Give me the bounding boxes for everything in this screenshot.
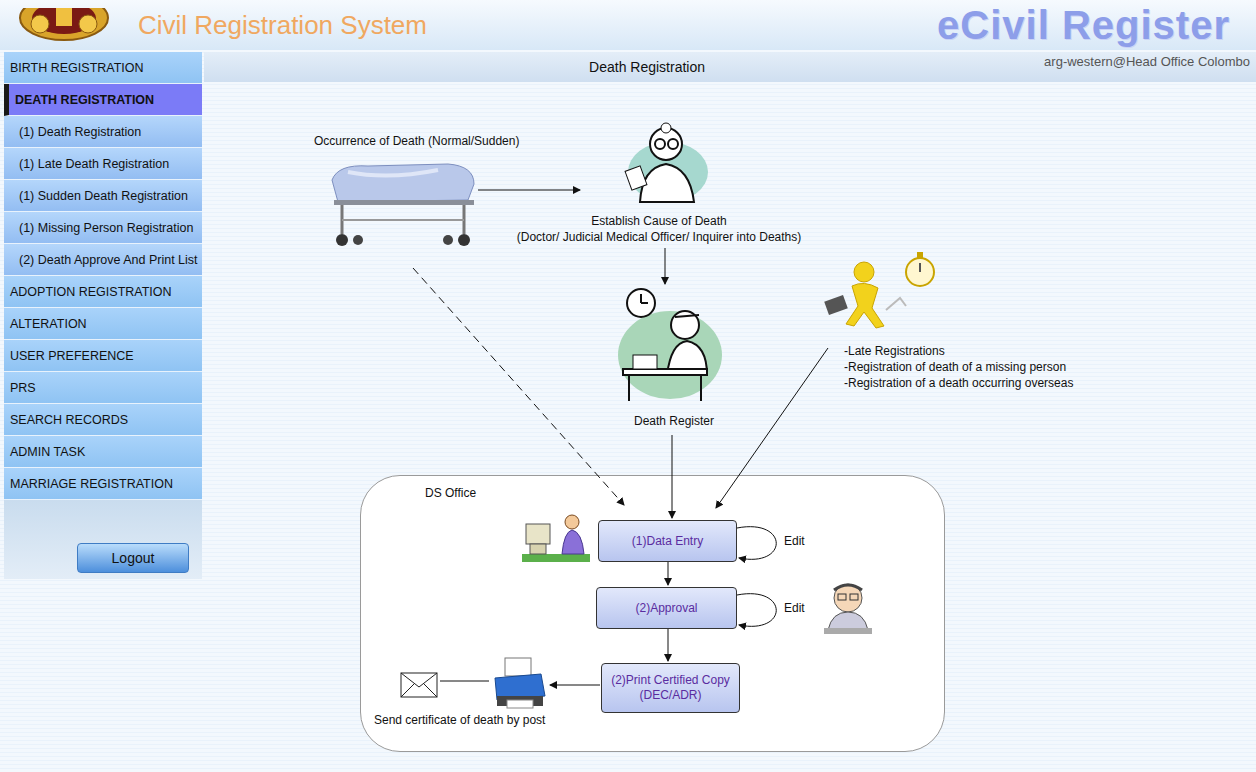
data-entry-operator-icon (520, 512, 592, 567)
page-title: Death Registration (210, 59, 1044, 75)
logout-button[interactable]: Logout (77, 543, 189, 573)
step-label: (2)Print Certified Copy (611, 673, 730, 688)
edit-label: Edit (784, 600, 805, 616)
sidebar-item[interactable]: MARRIAGE REGISTRATION (4, 468, 202, 500)
doctor-icon (620, 122, 712, 205)
sidebar-subitem[interactable]: (1) Sudden Death Registration (4, 180, 202, 212)
register-label: Death Register (634, 413, 714, 429)
main: Death Registrationarg-western@Head Offic… (204, 52, 1256, 772)
sidebar-item[interactable]: SEARCH RECORDS (4, 404, 202, 436)
occurrence-label: Occurrence of Death (Normal/Sudden) (314, 133, 519, 149)
sidebar-subitem[interactable]: (1) Death Registration (4, 116, 202, 148)
sidebar-subitem[interactable]: (2) Death Approve And Print List (4, 244, 202, 276)
sidebar-item[interactable]: BIRTH REGISTRATION (4, 52, 202, 84)
sidebar-item[interactable]: USER PREFERENCE (4, 340, 202, 372)
sidebar-item[interactable]: ALTERATION (4, 308, 202, 340)
sidebar-subitem[interactable]: (1) Missing Person Registration (4, 212, 202, 244)
user-info: arg-western@Head Office Colombo (1044, 52, 1250, 69)
sidebar-item[interactable]: DEATH REGISTRATION (4, 84, 202, 116)
cause-label: (Doctor/ Judicial Medical Officer/ Inqui… (494, 229, 824, 245)
late-registration-icon (822, 250, 942, 330)
envelope-icon (400, 672, 438, 698)
sidebar-item[interactable]: ADOPTION REGISTRATION (4, 276, 202, 308)
system-title: Civil Registration System (138, 10, 911, 41)
step-box[interactable]: (2)Print Certified Copy(DEC/ADR) (601, 663, 740, 713)
printer-icon (491, 656, 547, 712)
header: Civil Registration System eCivil Register (0, 0, 1256, 50)
brand-title: eCivil Register (937, 3, 1230, 48)
page: Civil Registration System eCivil Register… (0, 0, 1256, 772)
top-bar: Death Registrationarg-western@Head Offic… (204, 52, 1256, 82)
step-box[interactable]: (1)Data Entry (598, 520, 737, 562)
registrar-icon (615, 285, 725, 405)
sidebar-item[interactable]: PRS (4, 372, 202, 404)
sidebar-subitem[interactable]: (1) Late Death Registration (4, 148, 202, 180)
post-label: Send certificate of death by post (374, 712, 545, 728)
sidebar-item[interactable]: ADMIN TASK (4, 436, 202, 468)
case-label: -Registration of a death occurring overs… (844, 375, 1073, 391)
case-label: -Registration of death of a missing pers… (844, 359, 1073, 375)
step-label: (2)Approval (635, 601, 697, 616)
logout-area: Logout (4, 500, 202, 579)
body: BIRTH REGISTRATIONDEATH REGISTRATION(1) … (0, 50, 1256, 772)
process-diagram: Occurrence of Death (Normal/Sudden) Estab… (204, 82, 1256, 772)
sidebar: BIRTH REGISTRATIONDEATH REGISTRATION(1) … (4, 52, 202, 579)
step-label: (1)Data Entry (632, 534, 703, 549)
edit-label: Edit (784, 533, 805, 549)
emblem-icon (16, 8, 112, 42)
cause-label: Establish Cause of Death (494, 213, 824, 229)
case-label: -Late Registrations (844, 343, 1073, 359)
step-box[interactable]: (2)Approval (596, 587, 737, 629)
stretcher-icon (328, 160, 478, 250)
step-label: (DEC/ADR) (640, 688, 702, 703)
approver-icon (820, 580, 876, 640)
office-label: DS Office (425, 485, 944, 501)
